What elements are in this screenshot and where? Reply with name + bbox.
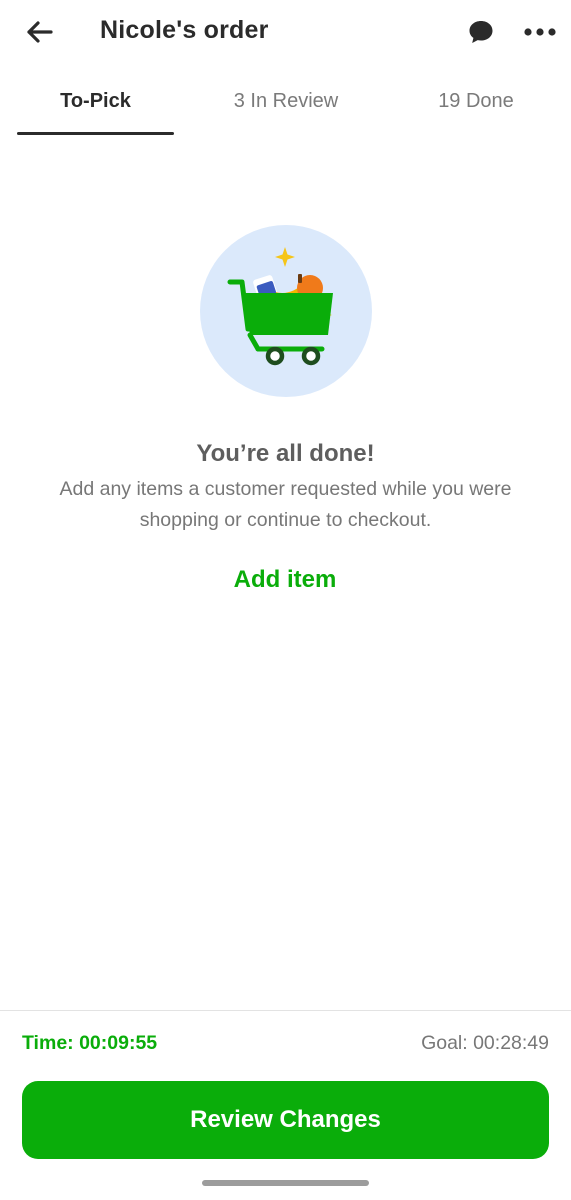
add-item-link[interactable]: Add item (185, 566, 385, 594)
chat-button[interactable] (462, 12, 500, 52)
active-tab-indicator (17, 132, 174, 135)
empty-state-subtitle: Add any items a customer requested while… (59, 478, 512, 531)
tab-to-pick[interactable]: To-Pick (17, 78, 174, 136)
chat-bubble-icon (469, 21, 493, 43)
back-button[interactable] (18, 12, 60, 52)
empty-state-title: You’re all done! (196, 440, 375, 467)
review-changes-button[interactable]: Review Changes (22, 1081, 549, 1159)
footer-divider (0, 1010, 571, 1011)
goal-time: Goal: 00:28:49 (421, 1032, 549, 1054)
arrow-left-icon (27, 21, 53, 43)
top-app-bar: Nicole's order (0, 0, 571, 64)
page-title: Nicole's order (100, 16, 269, 44)
tab-in-review[interactable]: 3 In Review (196, 78, 376, 136)
shopping-cart-illustration (200, 225, 372, 397)
order-tabs: To-Pick 3 In Review 19 Done (0, 78, 571, 136)
elapsed-time: Time: 00:09:55 (22, 1032, 158, 1054)
sparkle-icon (275, 247, 295, 267)
more-horizontal-icon (524, 28, 556, 36)
tab-done[interactable]: 19 Done (390, 78, 562, 136)
home-indicator (202, 1180, 369, 1186)
more-options-button[interactable] (518, 12, 562, 52)
